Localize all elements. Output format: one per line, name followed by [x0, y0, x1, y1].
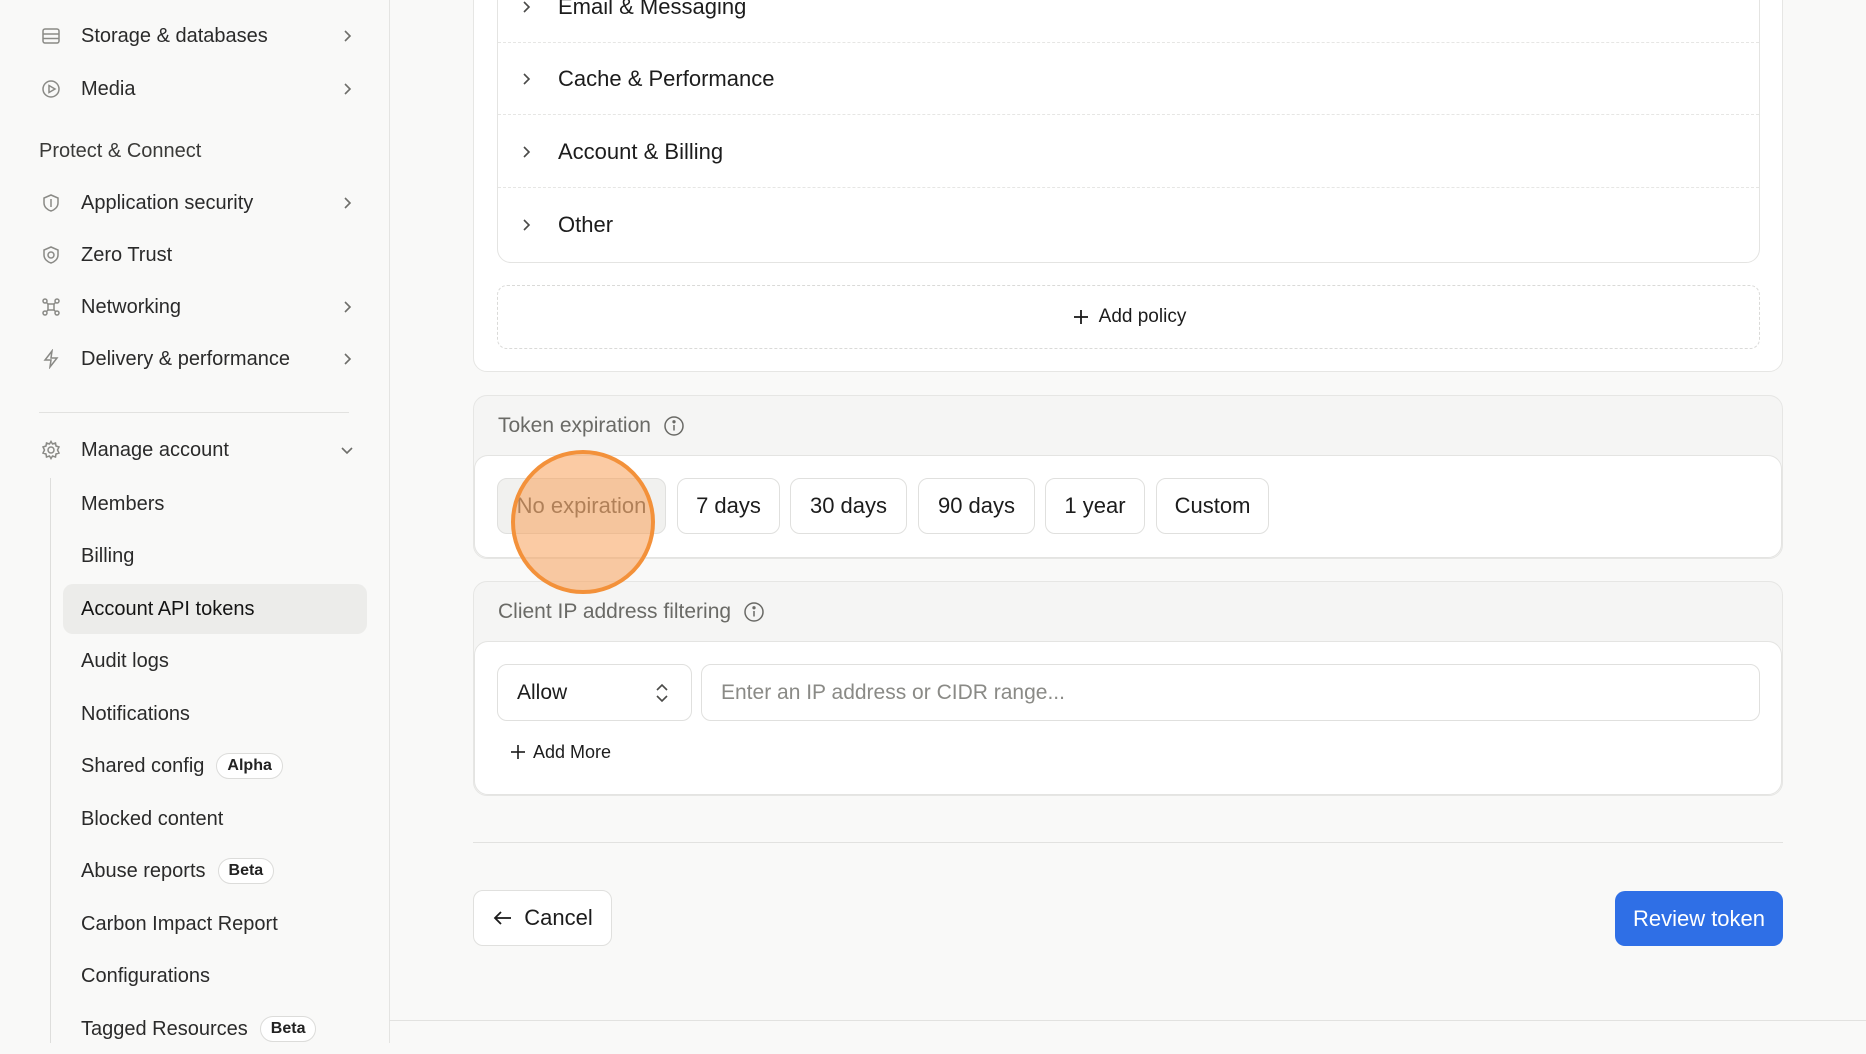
chevron-right-icon — [344, 353, 352, 365]
cancel-button[interactable]: Cancel — [473, 890, 612, 946]
policy-group-label: Cache & Performance — [558, 65, 775, 91]
policy-group-list: Email & Messaging Cache & Performance Ac… — [497, 0, 1760, 263]
section-label-protect-connect: Protect & Connect — [39, 140, 202, 162]
plus-icon — [511, 745, 525, 759]
beta-badge: Beta — [259, 1016, 317, 1042]
sub-item-label: Billing — [81, 544, 135, 567]
nav-storage-databases[interactable]: Storage & databases — [39, 17, 357, 55]
cancel-label: Cancel — [524, 905, 593, 930]
info-icon[interactable] — [743, 601, 765, 623]
tree-line — [50, 478, 51, 1043]
sub-item-label: Members — [81, 492, 165, 515]
expiration-option-custom[interactable]: Custom — [1156, 478, 1269, 534]
ip-filtering-header: Client IP address filtering — [474, 582, 1782, 642]
bottom-border — [389, 1020, 1866, 1021]
review-token-button[interactable]: Review token — [1615, 891, 1783, 946]
sub-item-label: Notifications — [81, 702, 190, 725]
policy-group-label: Email & Messaging — [558, 0, 747, 19]
expiration-option-no-expiration[interactable]: No expiration — [497, 478, 666, 534]
nav-label: Delivery & performance — [81, 347, 290, 370]
policy-group-email-messaging[interactable]: Email & Messaging — [498, 0, 1759, 43]
sub-item-label: Configurations — [81, 964, 210, 987]
nav-label: Media — [81, 77, 136, 100]
chevron-right-icon — [344, 197, 352, 209]
chevron-right-icon — [523, 0, 531, 13]
expiration-option-30-days[interactable]: 30 days — [790, 478, 907, 534]
policy-group-label: Account & Billing — [558, 138, 724, 164]
play-circle-icon — [39, 77, 63, 101]
sub-item-members[interactable]: Members — [63, 479, 367, 529]
sub-item-label: Tagged Resources — [81, 1017, 248, 1040]
beta-badge: Beta — [217, 858, 275, 884]
network-icon — [39, 295, 63, 319]
sub-item-label: Abuse reports — [81, 859, 206, 882]
sub-item-tagged-resources[interactable]: Tagged Resources Beta — [63, 1004, 367, 1054]
sub-item-label: Account API tokens — [81, 597, 255, 620]
expiration-option-1-year[interactable]: 1 year — [1045, 478, 1145, 534]
chevron-right-icon — [523, 219, 531, 231]
policy-group-account-billing[interactable]: Account & Billing — [498, 116, 1759, 188]
chevron-right-icon — [523, 145, 531, 158]
nav-label: Networking — [81, 295, 182, 318]
chevron-right-icon — [523, 72, 531, 85]
zero-trust-icon — [39, 243, 63, 267]
chevron-down-icon — [341, 447, 353, 455]
add-policy-button[interactable]: Add policy — [497, 285, 1760, 349]
nav-label: Application security — [81, 191, 254, 214]
alpha-badge: Alpha — [216, 753, 283, 779]
sub-item-audit-logs[interactable]: Audit logs — [63, 636, 367, 686]
ip-filtering-title: Client IP address filtering — [498, 600, 732, 623]
nav-delivery-performance[interactable]: Delivery & performance — [39, 340, 357, 378]
ip-filter-mode-select[interactable]: Allow — [497, 664, 692, 721]
bolt-icon — [39, 347, 63, 371]
info-icon[interactable] — [663, 415, 685, 437]
ip-address-input[interactable] — [701, 664, 1760, 721]
footer-divider — [473, 842, 1783, 843]
token-expiration-title: Token expiration — [498, 414, 651, 437]
nav-networking[interactable]: Networking — [39, 288, 357, 326]
arrow-left-icon — [493, 911, 512, 925]
policy-group-cache-performance[interactable]: Cache & Performance — [498, 43, 1759, 115]
nav-label: Storage & databases — [81, 24, 268, 47]
sub-item-label: Audit logs — [81, 649, 169, 672]
sub-item-blocked-content[interactable]: Blocked content — [63, 794, 367, 844]
plus-icon — [1073, 310, 1088, 324]
sub-item-shared-config[interactable]: Shared config Alpha — [63, 741, 367, 791]
policy-group-label: Other — [558, 212, 614, 237]
chevron-right-icon — [344, 83, 352, 95]
sub-item-account-api-tokens[interactable]: Account API tokens — [63, 584, 367, 634]
chevron-right-icon — [344, 301, 352, 313]
chevron-up-down-icon — [656, 683, 668, 703]
sidebar: Storage & databases Media Protect & Conn… — [0, 0, 390, 1043]
add-more-label: Add More — [533, 741, 612, 762]
nav-media[interactable]: Media — [39, 70, 357, 108]
policy-group-other[interactable]: Other — [498, 189, 1759, 261]
expiration-option-7-days[interactable]: 7 days — [677, 478, 780, 534]
sub-item-label: Shared config — [81, 754, 205, 777]
nav-manage-account[interactable]: Manage account — [39, 431, 357, 469]
ip-filter-mode-value: Allow — [517, 680, 568, 704]
sub-item-carbon-impact-report[interactable]: Carbon Impact Report — [63, 899, 367, 949]
sub-item-abuse-reports[interactable]: Abuse reports Beta — [63, 846, 367, 896]
review-token-label: Review token — [1632, 905, 1766, 931]
add-more-button[interactable]: Add More — [509, 737, 611, 767]
nav-zero-trust[interactable]: Zero Trust — [39, 236, 357, 274]
sidebar-divider — [39, 412, 349, 413]
chevron-right-icon — [344, 30, 352, 42]
expiration-option-90-days[interactable]: 90 days — [918, 478, 1035, 534]
database-icon — [39, 24, 63, 48]
sub-item-label: Carbon Impact Report — [81, 912, 278, 935]
sub-item-billing[interactable]: Billing — [63, 531, 367, 581]
nav-label: Manage account — [81, 438, 229, 461]
token-expiration-header: Token expiration — [474, 396, 1782, 456]
shield-icon — [39, 191, 63, 215]
nav-label: Zero Trust — [81, 243, 173, 266]
sub-item-notifications[interactable]: Notifications — [63, 689, 367, 739]
nav-application-security[interactable]: Application security — [39, 184, 357, 222]
sub-item-configurations[interactable]: Configurations — [63, 951, 367, 1001]
gear-icon — [39, 438, 63, 462]
sub-item-label: Blocked content — [81, 807, 224, 830]
add-policy-label: Add policy — [1098, 306, 1187, 327]
